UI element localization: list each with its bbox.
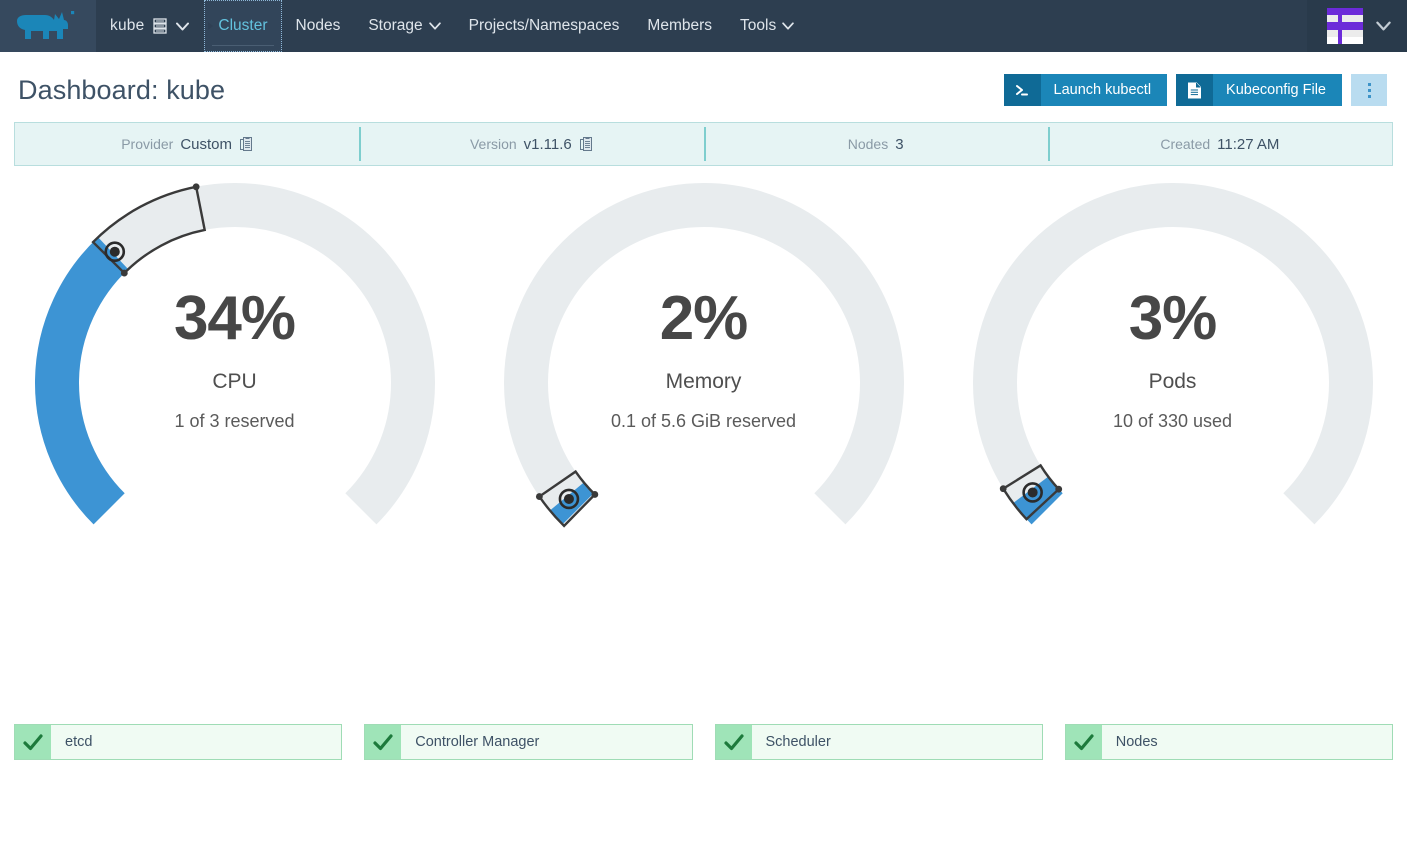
gauge-cpu-chart [34,183,435,525]
gauge-pods-chart [972,183,1373,525]
check-icon [15,725,51,759]
more-actions-button[interactable] [1351,74,1387,106]
gauge-memory-chart [503,183,904,528]
nav-item-cluster[interactable]: Cluster [204,0,282,52]
info-cell-provider: Provider Custom [15,123,359,165]
page-title: Dashboard: kube [18,74,226,105]
info-value: v1.11.6 [523,135,572,153]
nav-item-tools[interactable]: Tools [726,0,808,52]
launch-kubectl-label: Launch kubectl [1040,74,1168,106]
rancher-cow-logo [17,11,75,39]
chevron-down-icon [1376,21,1391,31]
nav-item-label: Tools [740,17,777,34]
gauge-memory: 2% Memory 0.1 of 5.6 GiB reserved [469,178,938,626]
gauge-arc-group [503,183,904,525]
vertical-dots-icon [1367,88,1371,92]
kubeconfig-file-button[interactable]: Kubeconfig File [1176,74,1342,106]
nav-item-storage[interactable]: Storage [354,0,454,52]
resource-gauges: 34% CPU 1 of 3 reserved 2% Memory 0.1 of… [0,166,1407,626]
chevron-down-icon [428,22,441,30]
check-icon [1065,725,1102,759]
selection-handle[interactable] [192,183,200,191]
info-label: Nodes [847,136,889,152]
chevron-down-icon [782,22,794,30]
nav-item-label: Members [647,17,713,34]
nav-item-projects-namespaces[interactable]: Projects/Namespaces [455,0,634,52]
cursor-marker-dot [109,246,120,257]
gauge-fill [34,237,129,525]
info-label: Created [1160,136,1211,152]
app-header: kube Cluster Nodes Storage Projects/Name… [0,0,1407,52]
status-label: etcd [65,734,93,750]
nav-item-label: Nodes [295,17,341,34]
cluster-info-bar: Provider Custom Version v1.11.6 Nodes 3 [14,122,1393,166]
info-label: Version [469,136,517,152]
selection-handle[interactable] [120,269,128,277]
info-value: 3 [895,135,904,153]
document-icon [1176,74,1214,106]
check-icon [715,725,752,759]
main-nav: Cluster Nodes Storage Projects/Namespace… [204,0,1307,52]
status-label: Controller Manager [415,734,540,750]
nav-item-nodes[interactable]: Nodes [282,0,355,52]
gauge-cpu: 34% CPU 1 of 3 reserved [0,178,469,626]
vertical-dots-icon [1367,82,1371,86]
chevron-down-icon [176,22,190,30]
copy-icon[interactable] [240,136,253,152]
cursor-marker-dot [563,493,574,504]
vertical-dots-icon [1367,94,1371,98]
selection-handle[interactable] [999,485,1007,493]
user-avatar-grid [1327,8,1363,44]
gauge-track [503,183,904,525]
info-cell-nodes: Nodes 3 [703,123,1048,165]
nav-item-label: Storage [368,17,423,34]
page-header: Dashboard: kube Launch kubectl Kubeconfi… [0,52,1407,122]
selection-handle[interactable] [535,493,543,500]
status-label: Nodes [1115,734,1158,750]
status-card-scheduler[interactable]: Scheduler [714,724,1043,760]
cluster-icon [153,18,168,34]
gauge-arc-group [972,183,1373,525]
cluster-selector-name: kube [110,17,145,34]
info-value: 11:27 AM [1217,135,1280,153]
info-cell-version: Version v1.11.6 [359,123,703,165]
status-card-controller-manager[interactable]: Controller Manager [364,724,693,760]
info-label: Provider [121,136,174,152]
selection-handle[interactable] [1054,485,1062,493]
nav-item-label: Projects/Namespaces [468,17,620,34]
active-caret-icon [208,22,214,30]
gauge-pods: 3% Pods 10 of 330 used [938,178,1407,626]
user-menu[interactable] [1307,0,1407,52]
kubeconfig-file-label: Kubeconfig File [1213,74,1342,106]
selection-handle[interactable] [590,491,598,498]
cursor-marker-dot [1027,487,1038,498]
copy-icon[interactable] [579,136,593,152]
launch-kubectl-button[interactable]: Launch kubectl [1003,74,1168,106]
nav-item-label: Cluster [218,17,268,34]
terminal-prompt-icon [1003,74,1041,106]
page-actions: Launch kubectl Kubeconfig File [1003,74,1387,106]
gauge-track [972,183,1373,525]
status-card-nodes[interactable]: Nodes [1064,724,1393,760]
status-card-etcd[interactable]: etcd [14,724,343,760]
info-value: Custom [180,135,233,153]
component-status-row: etcd Controller Manager Scheduler Nodes [0,724,1407,760]
rancher-logo[interactable] [0,0,96,52]
nav-item-members[interactable]: Members [633,0,726,52]
status-label: Scheduler [765,734,831,750]
cluster-selector[interactable]: kube [96,0,204,52]
check-icon [365,725,402,759]
info-cell-created: Created 11:27 AM [1047,123,1392,165]
